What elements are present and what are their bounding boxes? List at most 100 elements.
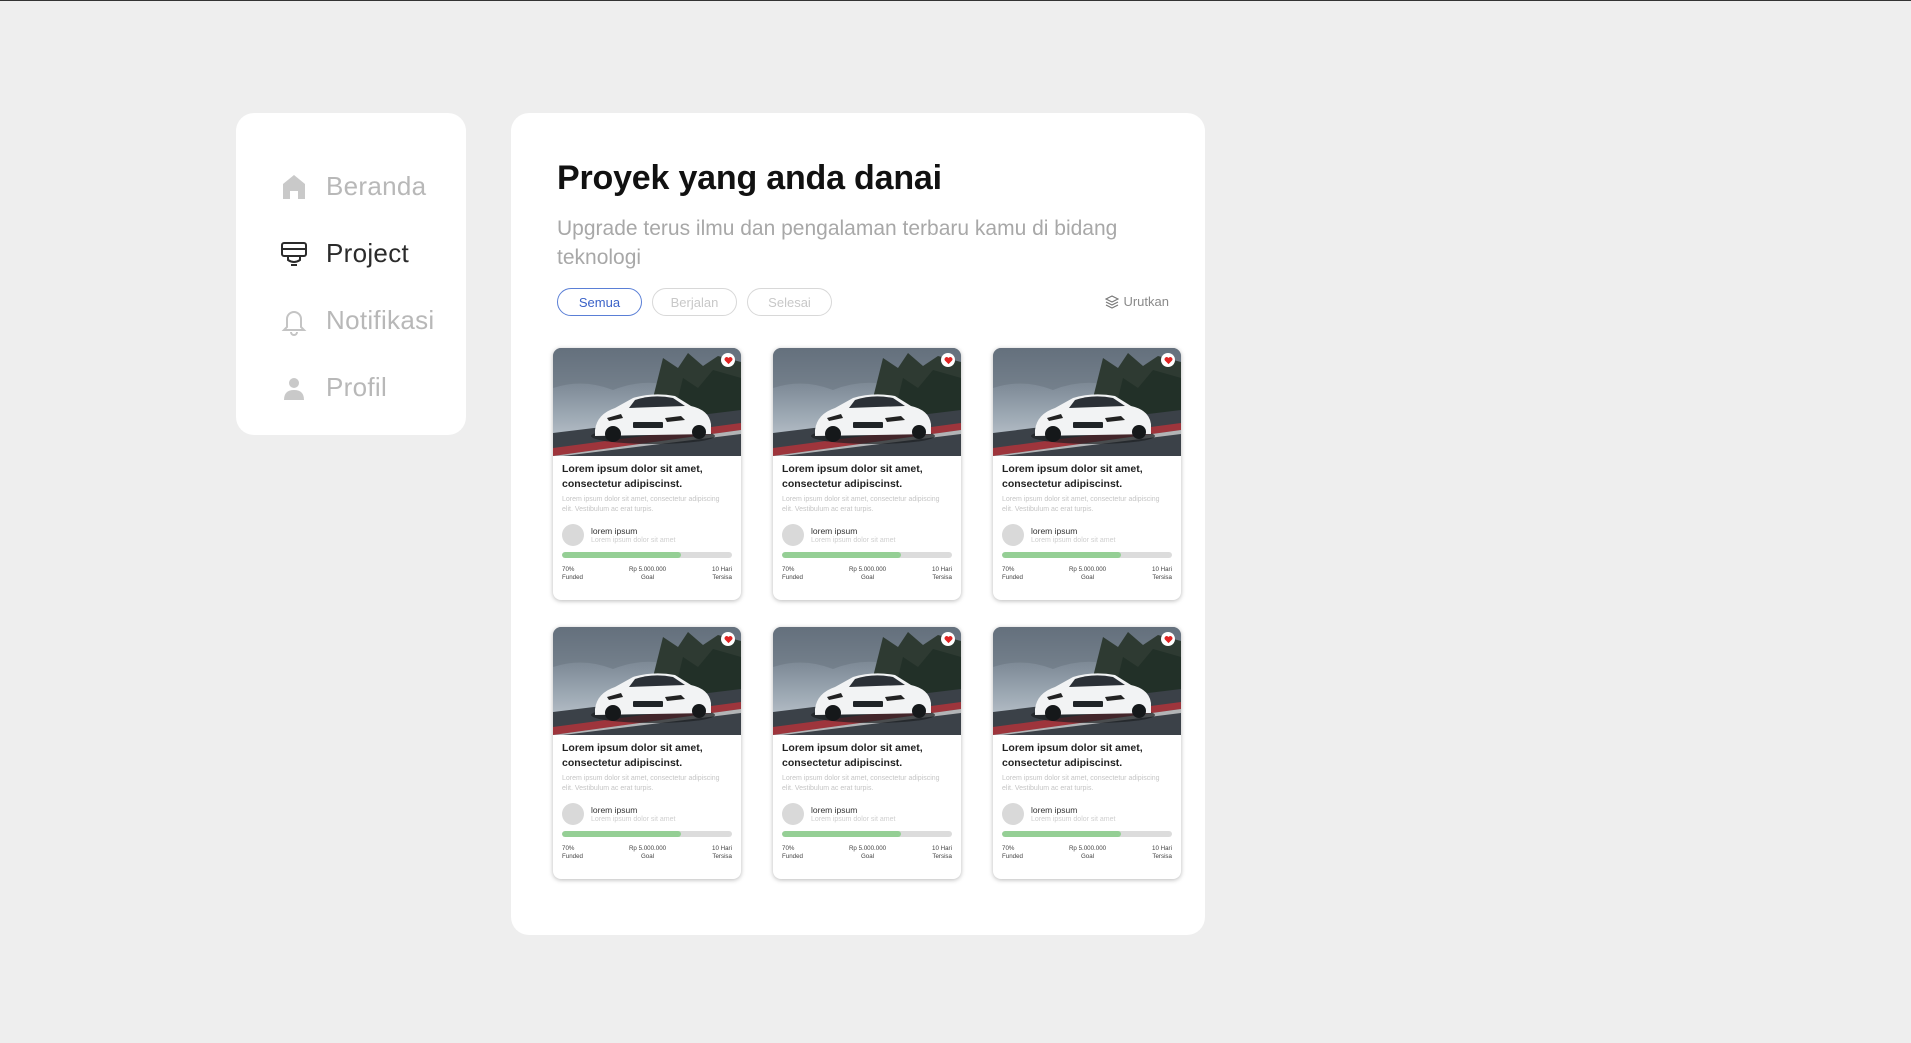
bell-icon	[278, 303, 310, 339]
author-name: lorem ipsum	[811, 525, 858, 536]
author-subtitle: Lorem ipsum dolor sit amet	[1031, 536, 1116, 544]
stat-days: 10 Hari Tersisa	[932, 845, 952, 860]
card-stats: 70% Funded Rp 5.000.000 Goal 10 Hari Ter…	[1002, 566, 1172, 581]
stat-goal-value: Rp 5.000.000	[848, 845, 887, 852]
card-description: Lorem ipsum dolor sit amet, consectetur …	[562, 496, 720, 513]
author-subtitle: Lorem ipsum dolor sit amet	[591, 536, 676, 544]
funding-progress-fill	[562, 552, 681, 558]
stat-funded-value: 70%	[562, 845, 575, 852]
project-card[interactable]: Lorem ipsum dolor sit amet, consectetur …	[993, 627, 1181, 879]
stat-funded-label: Funded	[562, 573, 583, 581]
heart-icon	[1164, 356, 1172, 364]
author-subtitle: Lorem ipsum dolor sit amet	[591, 815, 676, 823]
funding-progress-fill	[1002, 552, 1121, 558]
card-author: lorem ipsum Lorem ipsum dolor sit amet	[1002, 524, 1172, 546]
card-author: lorem ipsum Lorem ipsum dolor sit amet	[562, 524, 732, 546]
avatar	[562, 803, 584, 825]
card-author: lorem ipsum Lorem ipsum dolor sit amet	[1002, 803, 1172, 825]
author-name: lorem ipsum	[1031, 525, 1078, 536]
card-title: Lorem ipsum dolor sit amet, consectetur …	[1002, 463, 1143, 490]
funding-progress-fill	[562, 831, 681, 837]
card-description: Lorem ipsum dolor sit amet, consectetur …	[1002, 496, 1160, 513]
funding-progress-fill	[782, 552, 901, 558]
top-border	[0, 0, 1911, 1]
sidebar: Beranda Project Notifikasi Profil	[236, 113, 466, 435]
stat-goal-value: Rp 5.000.000	[1068, 566, 1107, 573]
stat-days: 10 Hari Tersisa	[1152, 566, 1172, 581]
favorite-button[interactable]	[721, 353, 735, 367]
car-image	[553, 627, 741, 735]
stat-days: 10 Hari Tersisa	[932, 566, 952, 581]
stat-funded: 70% Funded	[782, 845, 803, 860]
stat-days-label: Tersisa	[1152, 573, 1172, 581]
author-name: lorem ipsum	[1031, 804, 1078, 815]
avatar	[562, 524, 584, 546]
favorite-button[interactable]	[941, 632, 955, 646]
stat-funded: 70% Funded	[1002, 845, 1023, 860]
author-name: lorem ipsum	[591, 525, 638, 536]
stat-funded-label: Funded	[562, 852, 583, 860]
card-description: Lorem ipsum dolor sit amet, consectetur …	[562, 775, 720, 792]
stat-goal-value: Rp 5.000.000	[628, 845, 667, 852]
heart-icon	[724, 356, 732, 364]
sort-button[interactable]: Urutkan	[1105, 294, 1169, 309]
stat-days-value: 10 Hari	[932, 845, 952, 852]
funding-progress-bar	[782, 831, 952, 837]
stat-days-value: 10 Hari	[1152, 566, 1172, 573]
project-card[interactable]: Lorem ipsum dolor sit amet, consectetur …	[553, 348, 741, 600]
card-stats: 70% Funded Rp 5.000.000 Goal 10 Hari Ter…	[782, 566, 952, 581]
stat-days-value: 10 Hari	[1152, 845, 1172, 852]
funding-progress-bar	[1002, 552, 1172, 558]
car-image	[773, 348, 961, 456]
project-card[interactable]: Lorem ipsum dolor sit amet, consectetur …	[773, 348, 961, 600]
sidebar-item-beranda[interactable]: Beranda	[236, 153, 466, 220]
stat-funded-value: 70%	[782, 566, 795, 573]
sidebar-item-notifikasi[interactable]: Notifikasi	[236, 287, 466, 354]
card-description: Lorem ipsum dolor sit amet, consectetur …	[1002, 775, 1160, 792]
heart-icon	[944, 635, 952, 643]
project-card[interactable]: Lorem ipsum dolor sit amet, consectetur …	[773, 627, 961, 879]
funding-progress-fill	[782, 831, 901, 837]
stat-days-value: 10 Hari	[712, 566, 732, 573]
stat-days-value: 10 Hari	[932, 566, 952, 573]
card-stats: 70% Funded Rp 5.000.000 Goal 10 Hari Ter…	[1002, 845, 1172, 860]
stat-days-label: Tersisa	[712, 573, 732, 581]
favorite-button[interactable]	[941, 353, 955, 367]
filter-bar: Semua Berjalan Selesai Urutkan	[557, 288, 1169, 318]
sidebar-item-profil[interactable]: Profil	[236, 354, 466, 421]
stat-funded-label: Funded	[1002, 573, 1023, 581]
stat-goal-label: Goal	[860, 573, 875, 581]
author-subtitle: Lorem ipsum dolor sit amet	[811, 536, 896, 544]
favorite-button[interactable]	[721, 632, 735, 646]
card-stats: 70% Funded Rp 5.000.000 Goal 10 Hari Ter…	[782, 845, 952, 860]
sidebar-item-label: Project	[326, 238, 410, 268]
project-card[interactable]: Lorem ipsum dolor sit amet, consectetur …	[553, 627, 741, 879]
funding-progress-fill	[1002, 831, 1121, 837]
avatar	[782, 524, 804, 546]
favorite-button[interactable]	[1161, 632, 1175, 646]
filter-chip-selesai[interactable]: Selesai	[747, 288, 832, 316]
stat-days-label: Tersisa	[712, 852, 732, 860]
stat-funded: 70% Funded	[562, 566, 583, 581]
sidebar-item-project[interactable]: Project	[236, 220, 466, 287]
filter-chip-berjalan[interactable]: Berjalan	[652, 288, 737, 316]
card-author: lorem ipsum Lorem ipsum dolor sit amet	[782, 803, 952, 825]
car-image	[773, 627, 961, 735]
car-image	[993, 627, 1181, 735]
stat-goal: Rp 5.000.000 Goal	[1069, 845, 1106, 860]
stat-goal: Rp 5.000.000 Goal	[849, 845, 886, 860]
layers-icon	[1105, 294, 1120, 309]
stat-funded-label: Funded	[782, 852, 803, 860]
stat-funded-value: 70%	[782, 845, 795, 852]
card-title: Lorem ipsum dolor sit amet, consectetur …	[782, 463, 923, 490]
filter-chip-semua[interactable]: Semua	[557, 288, 642, 316]
funding-progress-bar	[1002, 831, 1172, 837]
stat-funded-value: 70%	[1002, 566, 1015, 573]
stat-goal-value: Rp 5.000.000	[848, 566, 887, 573]
author-name: lorem ipsum	[811, 804, 858, 815]
stat-funded-label: Funded	[1002, 852, 1023, 860]
stat-days: 10 Hari Tersisa	[712, 845, 732, 860]
project-card[interactable]: Lorem ipsum dolor sit amet, consectetur …	[993, 348, 1181, 600]
favorite-button[interactable]	[1161, 353, 1175, 367]
stat-funded-label: Funded	[782, 573, 803, 581]
